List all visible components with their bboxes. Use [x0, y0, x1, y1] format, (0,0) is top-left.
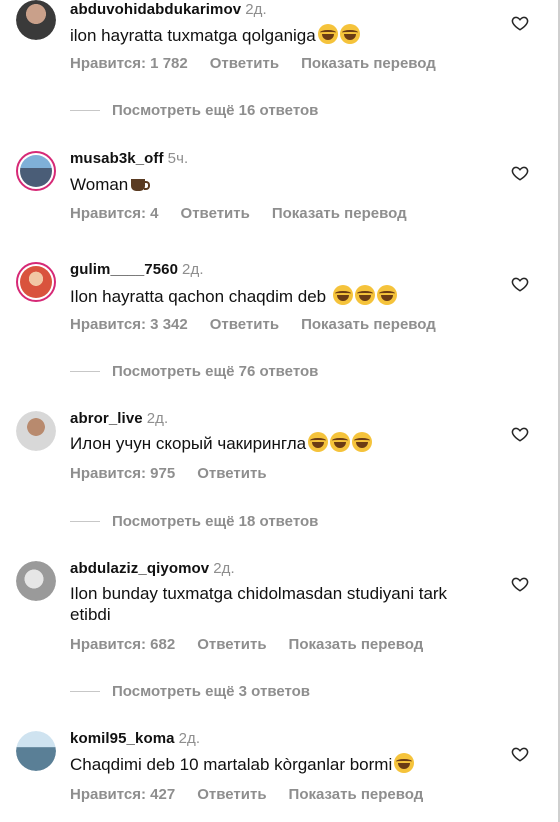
avatar[interactable] [16, 731, 56, 771]
view-replies-button[interactable]: Посмотреть ещё 18 ответов [70, 511, 318, 531]
avatar[interactable] [16, 561, 56, 601]
comment-text: Chaqdimi deb 10 martalab kòrganlar bormi [70, 753, 490, 775]
comment-username[interactable]: abduvohidabdukarimov 2д. [70, 1, 267, 18]
comment-text: Woman [70, 174, 490, 195]
reply-button[interactable]: Ответить [210, 316, 279, 333]
reply-button[interactable]: Ответить [197, 786, 266, 803]
replies-divider [70, 520, 100, 522]
comment-text: Ilon hayratta qachon chaqdim deb [70, 285, 490, 307]
like-count[interactable]: Нравится: 3 342 [70, 316, 188, 333]
reply-button[interactable]: Ответить [197, 636, 266, 653]
comment-time: 2д. [182, 261, 204, 278]
laughing-emoji-icon [354, 285, 375, 305]
translate-button[interactable]: Показать перевод [289, 636, 424, 653]
reply-button[interactable]: Ответить [197, 465, 266, 482]
comment-text: Илон учун скорый чакирингла [70, 432, 490, 454]
like-count[interactable]: Нравится: 427 [70, 786, 175, 803]
comment-username[interactable]: gulim____7560 2д. [70, 261, 204, 278]
view-replies-button[interactable]: Посмотреть ещё 76 ответов [70, 361, 318, 381]
like-count[interactable]: Нравится: 4 [70, 205, 159, 222]
laughing-emoji-icon [308, 432, 329, 452]
laughing-emoji-icon [339, 24, 360, 44]
comment-time: 2д. [178, 730, 201, 747]
like-count[interactable]: Нравится: 682 [70, 636, 175, 653]
heart-icon[interactable] [511, 745, 529, 763]
heart-icon[interactable] [511, 575, 529, 593]
comment-time: 5ч. [167, 150, 189, 167]
avatar[interactable] [16, 262, 56, 302]
comment-time: 2д. [146, 410, 169, 427]
comment-actions: Нравится: 1 782 Ответить Показать перевод [70, 55, 458, 72]
comment-text: ilon hayratta tuxmatga qolganiga [70, 24, 490, 46]
laughing-emoji-icon [376, 285, 397, 305]
coffee-icon [131, 179, 151, 191]
laughing-emoji-icon [352, 432, 373, 452]
heart-icon[interactable] [511, 275, 529, 293]
heart-icon[interactable] [511, 164, 529, 182]
comment-text: Ilon bunday tuxmatga chidolmasdan studiy… [70, 584, 448, 624]
heart-icon[interactable] [511, 425, 529, 443]
avatar[interactable] [16, 151, 56, 191]
heart-icon[interactable] [511, 14, 529, 32]
comment-actions: Нравится: 975 Ответить [70, 465, 289, 482]
reply-button[interactable]: Ответить [210, 55, 279, 72]
view-replies-button[interactable]: Посмотреть ещё 16 ответов [70, 100, 318, 120]
view-replies-button[interactable]: Посмотреть ещё 3 ответов [70, 681, 310, 701]
comment-username[interactable]: komil95_koma 2д. [70, 730, 200, 747]
like-count[interactable]: Нравится: 1 782 [70, 55, 188, 72]
replies-divider [70, 109, 100, 111]
comment-username[interactable]: abdulaziz_qiyomov 2д. [70, 560, 235, 577]
translate-button[interactable]: Показать перевод [289, 786, 424, 803]
comment-actions: Нравится: 4 Ответить Показать перевод [70, 205, 429, 222]
laughing-emoji-icon [330, 432, 351, 452]
laughing-emoji-icon [394, 753, 415, 773]
reply-button[interactable]: Ответить [181, 205, 250, 222]
translate-button[interactable]: Показать перевод [301, 55, 436, 72]
laughing-emoji-icon [332, 285, 353, 305]
laughing-emoji-icon [317, 24, 338, 44]
comment-actions: Нравится: 3 342 Ответить Показать перевод [70, 316, 458, 333]
like-count[interactable]: Нравится: 975 [70, 465, 175, 482]
avatar[interactable] [16, 0, 56, 40]
comment-username[interactable]: musab3k_off 5ч. [70, 150, 188, 167]
comment-actions: Нравится: 427 Ответить Показать перевод [70, 786, 445, 803]
avatar[interactable] [16, 411, 56, 451]
comment-time: 2д. [245, 1, 267, 18]
replies-divider [70, 690, 100, 692]
replies-divider [70, 370, 100, 372]
translate-button[interactable]: Показать перевод [301, 316, 436, 333]
translate-button[interactable]: Показать перевод [272, 205, 407, 222]
comment-username[interactable]: abror_live 2д. [70, 410, 168, 427]
comment-time: 2д. [213, 560, 235, 577]
comment-actions: Нравится: 682 Ответить Показать перевод [70, 636, 445, 653]
